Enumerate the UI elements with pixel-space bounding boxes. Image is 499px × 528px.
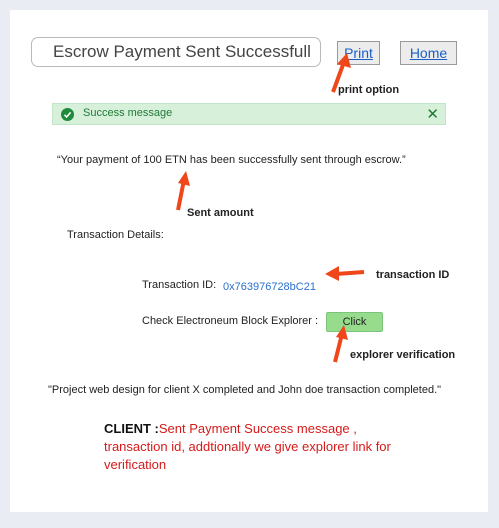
client-note: CLIENT :Sent Payment Success message , t… <box>104 420 404 474</box>
page-title-field[interactable]: Escrow Payment Sent Successfull <box>31 37 321 67</box>
annotation-explorer-verification: explorer verification <box>350 349 456 361</box>
check-circle-icon <box>61 108 74 121</box>
annotation-transaction-id: transaction ID <box>376 269 450 281</box>
success-alert: Success message ✕ <box>52 103 446 125</box>
home-button[interactable]: Home <box>400 41 457 65</box>
client-note-label: CLIENT : <box>104 421 159 436</box>
transaction-details-heading: Transaction Details: <box>67 229 164 241</box>
arrow-icon-explorer <box>333 325 348 363</box>
transaction-id-label: Transaction ID: <box>142 279 217 291</box>
annotation-print-option: print option <box>338 84 400 96</box>
annotation-sent-amount: Sent amount <box>187 207 254 219</box>
close-icon[interactable]: ✕ <box>426 105 439 123</box>
success-message: Success message <box>83 107 173 119</box>
explorer-label: Check Electroneum Block Explorer : <box>142 315 319 327</box>
transaction-id-value: 0x763976728bC21 <box>223 281 316 293</box>
arrow-icon-transaction-id <box>325 266 365 281</box>
project-message: "Project web design for client X complet… <box>48 384 442 396</box>
payment-message: “Your payment of 100 ETN has been succes… <box>57 154 406 166</box>
